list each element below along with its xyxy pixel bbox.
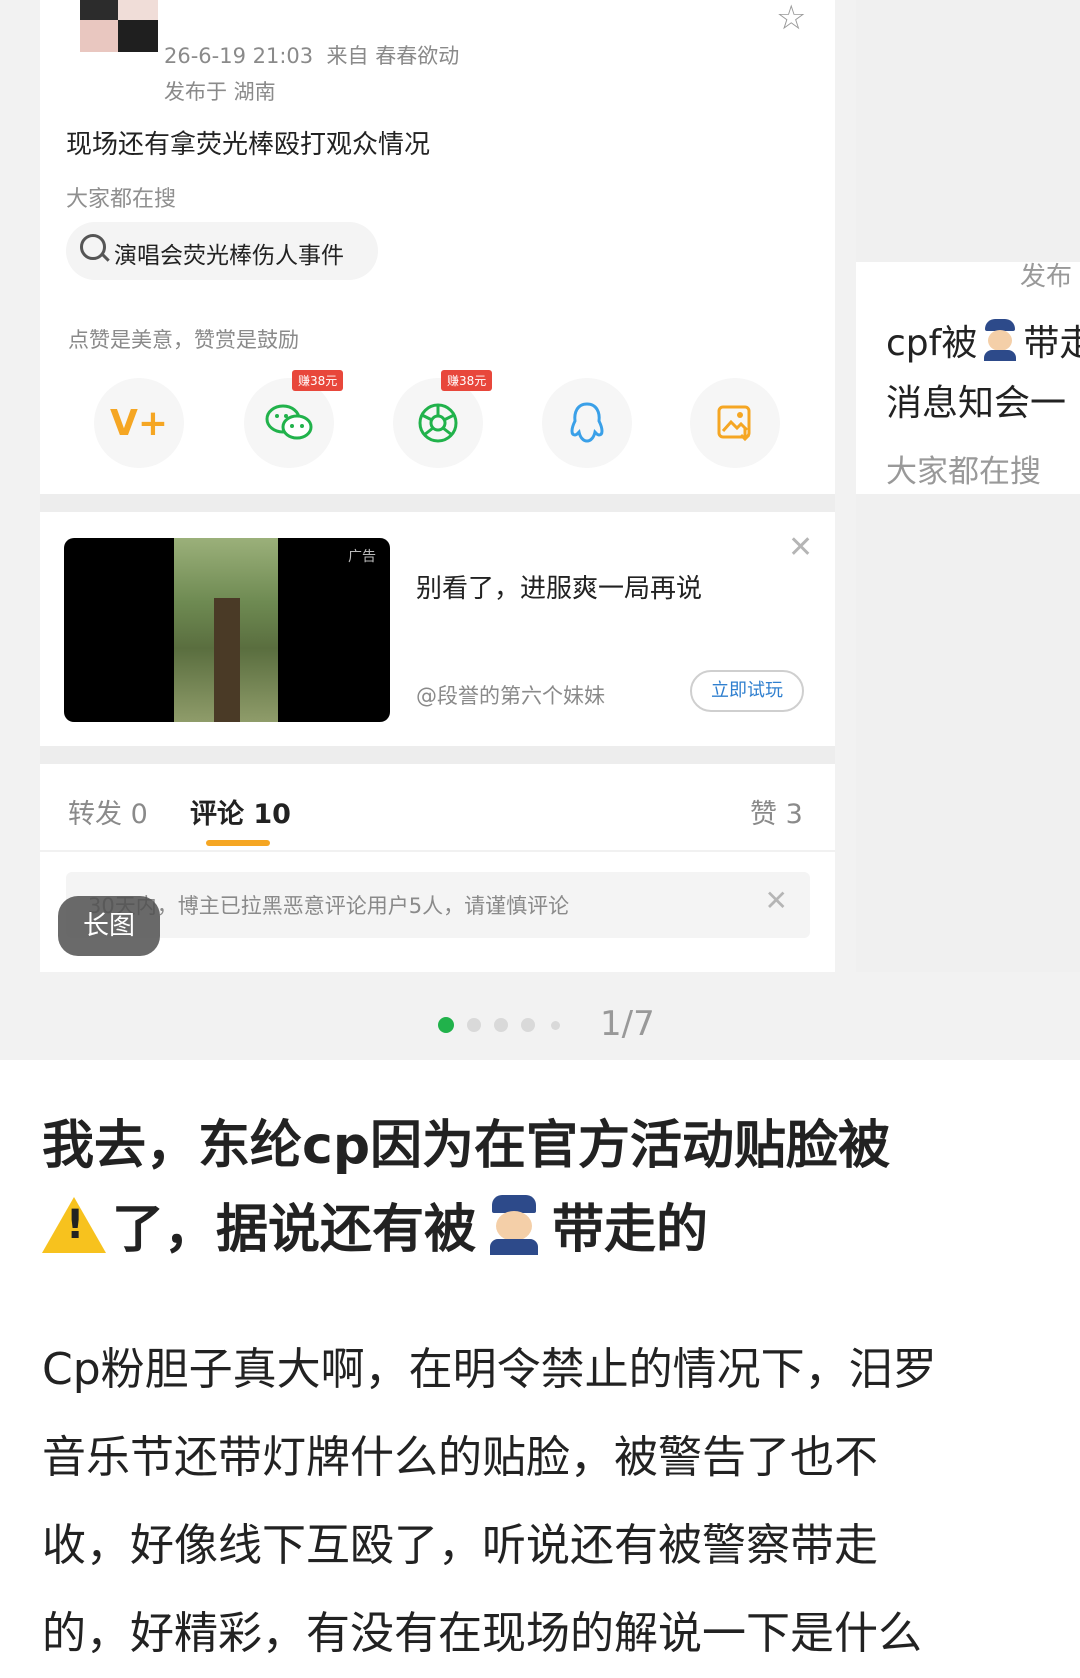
encourage-text: 点赞是美意，赞赏是鼓励 bbox=[68, 328, 299, 352]
vplus-icon: V+ bbox=[109, 402, 169, 444]
close-icon[interactable]: ✕ bbox=[765, 884, 788, 917]
page-dot-active[interactable] bbox=[438, 1017, 454, 1033]
next-slide-line1: cpf被 带走 bbox=[886, 314, 1080, 366]
police-icon bbox=[486, 1195, 542, 1255]
section-divider bbox=[40, 494, 835, 512]
comment-notice-text: 30天内，博主已拉黑恶意评论用户5人，请谨慎评论 bbox=[88, 894, 570, 918]
post-location: 发布于 湖南 bbox=[164, 80, 276, 104]
favorite-star-icon[interactable]: ☆ bbox=[776, 0, 806, 38]
moments-share-button[interactable]: 赚38元 bbox=[393, 370, 493, 468]
next-slide-cut-text: 发布 bbox=[1020, 262, 1073, 292]
tab-repost[interactable]: 转发 0 bbox=[68, 792, 148, 831]
page-dot[interactable] bbox=[551, 1021, 560, 1030]
article-body-line: 收，好像线下互殴了，听说还有被警察带走 bbox=[42, 1520, 878, 1571]
next-slide-search-label: 大家都在搜 bbox=[886, 454, 1041, 490]
post-text: 现场还有拿荧光棒殴打观众情况 bbox=[66, 130, 431, 160]
reward-badge: 赚38元 bbox=[292, 370, 344, 391]
wechat-share-button[interactable]: 赚38元 bbox=[244, 370, 344, 468]
article-body-line: Cp粉胆子真大啊，在明令禁止的情况下，汨罗 bbox=[42, 1344, 937, 1395]
tab-likes[interactable]: 赞 3 bbox=[750, 792, 803, 831]
trending-search-label: 大家都在搜 bbox=[66, 187, 177, 212]
reward-badge: 赚38元 bbox=[441, 370, 493, 391]
qq-icon bbox=[542, 378, 632, 468]
save-image-icon bbox=[690, 378, 780, 468]
trending-search-pill[interactable]: 演唱会荧光棒伤人事件 bbox=[66, 222, 378, 280]
page-dot[interactable] bbox=[467, 1018, 481, 1032]
avatar[interactable] bbox=[80, 0, 158, 52]
wechat-icon bbox=[244, 378, 334, 468]
ad-cta-button[interactable]: 立即试玩 bbox=[690, 670, 804, 712]
long-image-badge[interactable]: 长图 bbox=[58, 896, 160, 956]
post-meta: 26-6-19 21:03 来自 春春欲动 bbox=[164, 44, 460, 68]
article-title-line2: 了，据说还有被带走的 bbox=[42, 1188, 1052, 1272]
ad-title[interactable]: 别看了，进服爽一局再说 bbox=[416, 568, 702, 605]
tab-comments[interactable]: 评论 10 bbox=[190, 792, 291, 831]
search-icon bbox=[80, 234, 106, 260]
ad-video-thumbnail[interactable]: 广告 bbox=[64, 538, 390, 722]
police-icon bbox=[981, 319, 1019, 361]
tab-active-indicator bbox=[206, 840, 270, 846]
ad-author[interactable]: @段誉的第六个妹妹 bbox=[416, 680, 605, 710]
moments-icon bbox=[393, 378, 483, 468]
article-body-line: 的，好精彩，有没有在现场的解说一下是什么 bbox=[42, 1608, 922, 1659]
page-counter: 1/7 bbox=[600, 1004, 655, 1044]
warning-icon bbox=[42, 1197, 106, 1253]
section-divider bbox=[40, 746, 835, 764]
ad-tag: 广告 bbox=[348, 549, 376, 565]
tab-divider bbox=[40, 850, 835, 852]
article-body-line: 音乐节还带灯牌什么的贴脸，被警告了也不 bbox=[42, 1432, 878, 1483]
page-dot[interactable] bbox=[521, 1018, 535, 1032]
qq-share-button[interactable] bbox=[542, 378, 632, 468]
next-slide-line2: 消息知会一 bbox=[886, 383, 1067, 424]
close-icon[interactable]: ✕ bbox=[788, 530, 813, 565]
page-dot[interactable] bbox=[494, 1018, 508, 1032]
vplus-button[interactable]: V+ bbox=[94, 378, 184, 468]
comment-notice: 30天内，博主已拉黑恶意评论用户5人，请谨慎评论 ✕ bbox=[66, 872, 810, 938]
save-image-button[interactable] bbox=[690, 378, 780, 468]
trending-search-term: 演唱会荧光棒伤人事件 bbox=[114, 243, 344, 269]
article-title-line1: 我去，东纶cp因为在官方活动贴脸被 bbox=[42, 1116, 891, 1176]
